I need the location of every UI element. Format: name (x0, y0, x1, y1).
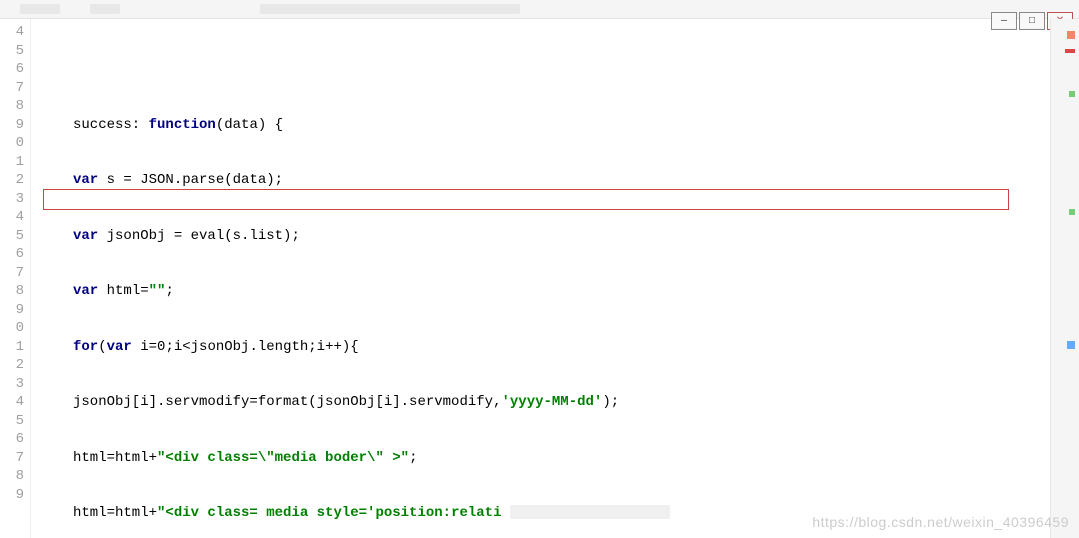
code-text: i=0;i<jsonObj.length;i++){ (132, 339, 359, 355)
line-number: 3 (0, 375, 24, 394)
ok-marker[interactable] (1069, 91, 1075, 97)
code-text: ( (98, 339, 106, 355)
code-text: jsonObj = eval(s.list); (98, 228, 300, 244)
warning-marker[interactable] (1067, 31, 1075, 39)
line-number: 1 (0, 338, 24, 357)
caret-line-highlight (31, 467, 1050, 486)
line-number: 5 (0, 42, 24, 61)
code-text: ); (602, 394, 619, 410)
top-toolbar (0, 0, 1079, 19)
string-literal: 'yyyy-MM-dd' (501, 394, 602, 410)
keyword-var: var (107, 339, 132, 355)
line-number: 4 (0, 393, 24, 412)
toolbar-blur (90, 4, 120, 14)
line-number: 8 (0, 467, 24, 486)
string-literal: "<div class= media style='position:relat… (157, 505, 501, 521)
code-text: ; (165, 283, 173, 299)
right-marker-gutter[interactable] (1050, 19, 1079, 538)
highlight-box-line-13 (43, 189, 1009, 210)
keyword-var: var (73, 228, 98, 244)
line-number: 6 (0, 430, 24, 449)
line-number: 8 (0, 97, 24, 116)
toolbar-blur (20, 4, 60, 14)
line-number: 3 (0, 190, 24, 209)
line-number: 9 (0, 486, 24, 505)
code-text: html=html+ (73, 505, 157, 521)
string-literal: "" (149, 283, 166, 299)
ok-marker[interactable] (1069, 209, 1075, 215)
line-number: 6 (0, 60, 24, 79)
code-text: jsonObj[i].servmodify=format(jsonObj[i].… (73, 394, 501, 410)
code-text: html= (98, 283, 148, 299)
line-number: 9 (0, 116, 24, 135)
line-number: 7 (0, 79, 24, 98)
obscured-text (510, 505, 670, 519)
editor-area: 45678901234567890123456789 success: func… (0, 19, 1079, 538)
line-number: 4 (0, 208, 24, 227)
keyword-function: function (149, 117, 216, 133)
code-text: s = JSON.parse(data); (98, 172, 283, 188)
code-text: ; (409, 450, 417, 466)
line-number: 0 (0, 319, 24, 338)
line-number: 2 (0, 171, 24, 190)
line-number: 5 (0, 412, 24, 431)
code-text: html=html+ (73, 450, 157, 466)
error-marker[interactable] (1065, 49, 1075, 53)
line-number: 2 (0, 356, 24, 375)
keyword-var: var (73, 172, 98, 188)
line-number: 0 (0, 134, 24, 153)
line-number: 7 (0, 264, 24, 283)
string-literal: "<div class=\"media boder\" >" (157, 450, 409, 466)
line-number: 9 (0, 301, 24, 320)
code-text: success: (73, 117, 149, 133)
line-number: 4 (0, 23, 24, 42)
line-number: 5 (0, 227, 24, 246)
line-number: 7 (0, 449, 24, 468)
toolbar-blur (260, 4, 520, 14)
info-marker[interactable] (1067, 341, 1075, 349)
line-number: 8 (0, 282, 24, 301)
code-text: (data) { (216, 117, 283, 133)
code-editor[interactable]: success: function(data) { var s = JSON.p… (31, 19, 1050, 538)
keyword-var: var (73, 283, 98, 299)
line-number: 6 (0, 245, 24, 264)
line-number-gutter: 45678901234567890123456789 (0, 19, 31, 538)
keyword-for: for (73, 339, 98, 355)
line-number: 1 (0, 153, 24, 172)
